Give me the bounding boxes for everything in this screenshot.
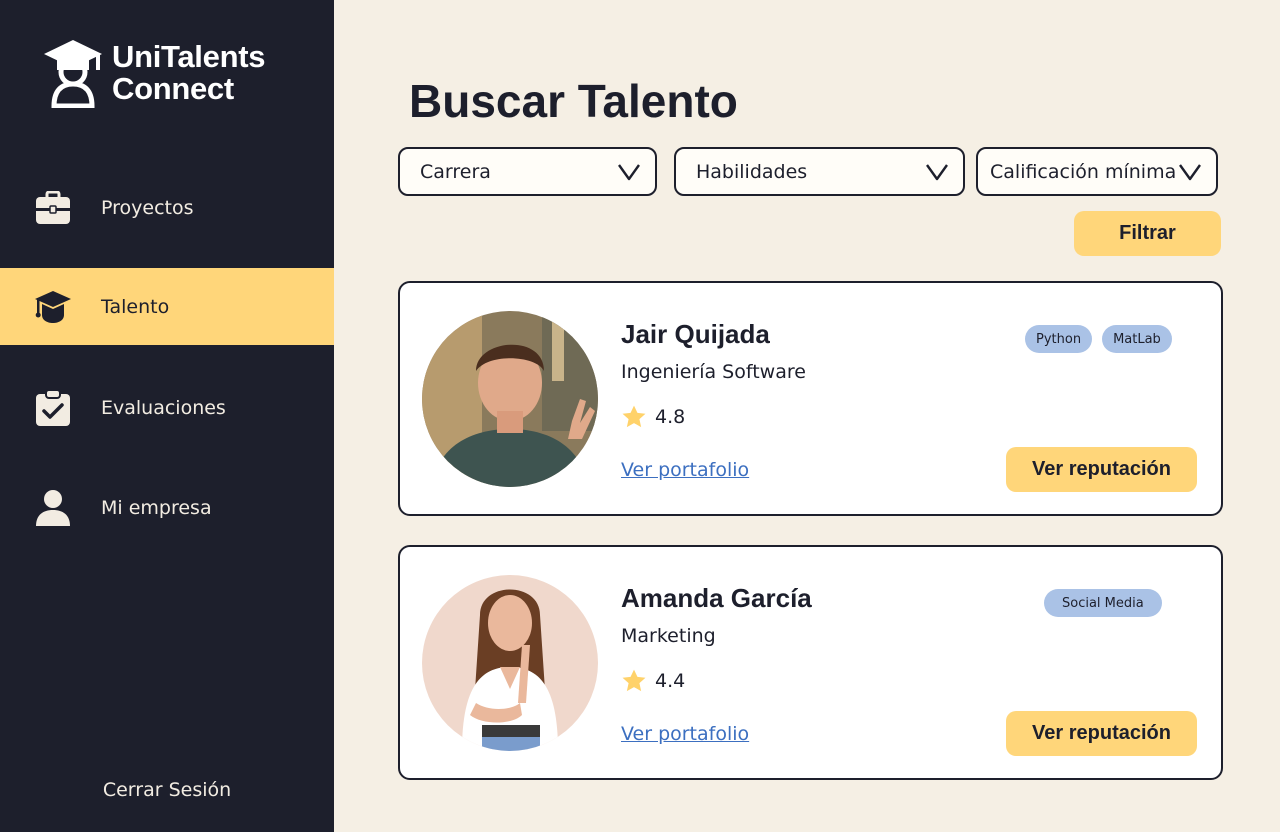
sidebar-item-proyectos[interactable]: Proyectos <box>0 169 334 246</box>
avatar[interactable] <box>422 311 598 487</box>
filter-habilidades-select[interactable]: Habilidades <box>674 147 965 196</box>
talent-career: Ingeniería Software <box>621 361 806 383</box>
sidebar: UniTalents Connect Proyectos Talento Eva… <box>0 0 334 832</box>
sidebar-item-mi-empresa[interactable]: Mi empresa <box>0 469 334 546</box>
sidebar-item-label: Mi empresa <box>101 496 212 519</box>
talent-name: Jair Quijada <box>621 319 770 349</box>
brand-logo[interactable]: UniTalents Connect <box>42 38 265 108</box>
rating-value: 4.8 <box>655 406 686 428</box>
talent-card: Jair Quijada Ingeniería Software 4.8 Ver… <box>398 281 1223 516</box>
view-reputation-button[interactable]: Ver reputación <box>1006 447 1197 492</box>
sidebar-item-label: Proyectos <box>101 196 194 219</box>
graduation-cap-icon <box>34 288 72 326</box>
portfolio-link[interactable]: Ver portafolio <box>621 723 749 745</box>
rating-value: 4.4 <box>655 670 686 692</box>
view-reputation-button[interactable]: Ver reputación <box>1006 711 1197 756</box>
skill-tags: Python MatLab <box>1025 325 1172 353</box>
clipboard-check-icon <box>34 388 72 427</box>
user-icon <box>34 489 72 527</box>
talent-career: Marketing <box>621 625 716 647</box>
sidebar-item-label: Evaluaciones <box>101 396 226 419</box>
briefcase-icon <box>34 189 72 227</box>
sidebar-item-label: Talento <box>101 295 170 318</box>
chevron-down-icon <box>618 164 640 181</box>
portfolio-link[interactable]: Ver portafolio <box>621 459 749 481</box>
talent-rating: 4.4 <box>621 668 685 694</box>
filter-calificacion-select[interactable]: Calificación mínima <box>976 147 1218 196</box>
brand-line-1: UniTalents <box>112 39 266 74</box>
brand-name: UniTalents Connect <box>112 41 265 105</box>
star-icon <box>622 669 646 692</box>
filter-carrera-select[interactable]: Carrera <box>398 147 657 196</box>
talent-name: Amanda García <box>621 583 812 613</box>
brand-line-2: Connect <box>112 71 234 106</box>
sidebar-item-evaluaciones[interactable]: Evaluaciones <box>0 369 334 446</box>
star-icon <box>622 405 646 428</box>
talent-rating: 4.8 <box>621 404 685 430</box>
skill-tag: Python <box>1025 325 1093 353</box>
chevron-down-icon <box>1179 164 1201 181</box>
sidebar-item-talento[interactable]: Talento <box>0 268 334 345</box>
skill-tag: Social Media <box>1044 589 1162 617</box>
select-label: Habilidades <box>696 160 808 183</box>
skill-tags: Social Media <box>1044 589 1162 617</box>
talent-card: Amanda García Marketing 4.4 Ver portafol… <box>398 545 1223 780</box>
avatar[interactable] <box>422 575 598 751</box>
unitalents-logo-icon <box>44 40 102 108</box>
logout-button[interactable]: Cerrar Sesión <box>0 779 334 801</box>
filter-button[interactable]: Filtrar <box>1074 211 1221 256</box>
select-label: Carrera <box>420 160 491 183</box>
page-title: Buscar Talento <box>409 75 738 127</box>
skill-tag: MatLab <box>1102 325 1172 353</box>
select-label: Calificación mínima <box>990 160 1177 183</box>
chevron-down-icon <box>926 164 948 181</box>
